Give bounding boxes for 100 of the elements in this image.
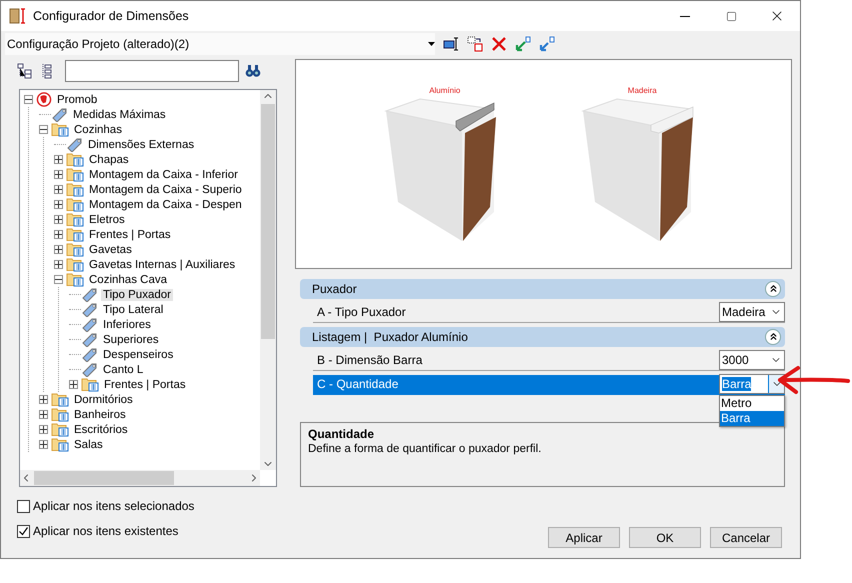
plus-icon: [55, 186, 62, 193]
plus-icon: [55, 171, 62, 178]
expand-toggle[interactable]: [39, 395, 48, 404]
property-dropdown[interactable]: 3000: [719, 350, 785, 370]
property-dropdown[interactable]: Madeira: [719, 302, 785, 322]
dropdown-option[interactable]: Barra: [720, 410, 784, 426]
expand-toggle[interactable]: [54, 260, 63, 269]
expand-toggle[interactable]: [54, 230, 63, 239]
tag-icon: [81, 332, 98, 347]
expand-toggle[interactable]: [39, 425, 48, 434]
tree-item[interactable]: Frentes | Portas: [87, 228, 173, 240]
checkmark-icon: [18, 526, 29, 536]
dialog-button[interactable]: Aplicar: [548, 527, 620, 548]
collapse-toggle[interactable]: [39, 125, 48, 134]
delete-icon[interactable]: [491, 36, 507, 52]
plus-icon: [55, 216, 62, 223]
tree-item[interactable]: Escritórios: [72, 424, 130, 436]
expand-toggle[interactable]: [54, 215, 63, 224]
dialog-button[interactable]: OK: [629, 527, 701, 548]
horizontal-scrollbar[interactable]: [20, 470, 260, 486]
plus-icon: [40, 411, 47, 418]
plus-icon: [55, 156, 62, 163]
checkbox[interactable]: [17, 500, 30, 512]
expand-toggle[interactable]: [54, 170, 63, 179]
collapse-button[interactable]: [765, 280, 781, 297]
tree-item[interactable]: Gavetas Internas | Auxiliares: [87, 258, 238, 270]
tree-item[interactable]: Banheiros: [72, 408, 128, 420]
tree-item[interactable]: Montagem da Caixa - Inferior: [87, 168, 240, 180]
collapse-toggle[interactable]: [54, 275, 63, 284]
tree-item[interactable]: Tipo Lateral: [101, 304, 166, 316]
minus-icon: [25, 96, 32, 103]
tree-item[interactable]: Montagem da Caixa - Despen: [87, 198, 244, 210]
expand-toggle[interactable]: [54, 185, 63, 194]
folder-icon: [66, 167, 84, 182]
tree-search-field[interactable]: [65, 60, 239, 82]
tree-item[interactable]: Medidas Máximas: [71, 108, 168, 120]
vertical-scrollbar[interactable]: [260, 90, 276, 470]
tree-item[interactable]: Frentes | Portas: [102, 378, 188, 390]
minus-icon: [55, 276, 62, 283]
tree-item[interactable]: Eletros: [87, 214, 127, 226]
tag-icon: [81, 287, 98, 302]
expand-toggle[interactable]: [54, 200, 63, 209]
expand-toggle[interactable]: [54, 245, 63, 254]
plus-icon: [55, 231, 62, 238]
tree-item[interactable]: Dormitórios: [72, 394, 135, 406]
import-icon[interactable]: [515, 36, 531, 52]
group-title: Puxador: [312, 282, 357, 296]
tag-icon: [81, 362, 98, 377]
dropdown-option[interactable]: Metro: [720, 396, 784, 411]
folder-icon: [81, 377, 99, 392]
folder-icon: [66, 197, 84, 212]
property-row[interactable]: B - Dimensão Barra 3000: [313, 350, 785, 371]
configuration-dropdown[interactable]: Configuração Projeto (alterado)(2): [5, 33, 435, 55]
folder-icon: [51, 422, 69, 437]
dialog-button[interactable]: Cancelar: [710, 527, 782, 548]
collapse-button[interactable]: [765, 328, 781, 345]
export-icon[interactable]: [539, 36, 555, 52]
folder-icon: [66, 152, 84, 167]
plus-icon: [70, 381, 77, 388]
folder-icon: [66, 212, 84, 227]
tree-item[interactable]: Cozinhas: [72, 124, 124, 136]
tree-item[interactable]: Inferiores: [101, 318, 153, 330]
tree-item[interactable]: Chapas: [87, 154, 131, 166]
tree-item[interactable]: Cozinhas Cava: [87, 274, 169, 286]
tree-item[interactable]: Canto L: [101, 364, 146, 376]
expand-toggle[interactable]: [54, 155, 63, 164]
expand-toggle[interactable]: [69, 380, 78, 389]
plus-icon: [40, 441, 47, 448]
tree-item[interactable]: Tipo Puxador: [101, 288, 173, 300]
tree-item[interactable]: Salas: [72, 438, 105, 450]
property-dropdown[interactable]: Barra: [719, 374, 785, 394]
tree-item[interactable]: Montagem da Caixa - Superio: [87, 184, 244, 196]
checkbox-label: Aplicar nos itens existentes: [33, 524, 178, 538]
expand-toggle[interactable]: [39, 410, 48, 419]
double-chevron-up-icon: [768, 331, 778, 342]
tree-item[interactable]: Gavetas: [87, 244, 134, 256]
description-text: Define a forma de quantificar o puxador perfil.: [308, 442, 542, 455]
plus-icon: [40, 396, 47, 403]
rename-icon[interactable]: [443, 36, 459, 52]
property-label: C - Quantidade: [316, 377, 398, 392]
property-row[interactable]: A - Tipo Puxador Madeira: [313, 302, 785, 323]
folder-icon: [66, 272, 84, 287]
plus-icon: [55, 261, 62, 268]
tree-item[interactable]: Despenseiros: [101, 348, 176, 360]
folder-icon: [51, 437, 69, 452]
folder-icon: [66, 257, 84, 272]
logo-icon: [36, 92, 52, 107]
tree-item[interactable]: Superiores: [101, 334, 161, 346]
collapse-all-icon[interactable]: [17, 63, 33, 79]
plus-icon: [55, 201, 62, 208]
collapse-toggle[interactable]: [24, 95, 33, 104]
checkbox[interactable]: [17, 524, 30, 538]
copy-icon[interactable]: [467, 36, 483, 52]
tree-item[interactable]: Dimensões Externas: [86, 138, 196, 150]
tag-icon: [81, 347, 98, 362]
folder-icon: [51, 407, 69, 422]
tree-item[interactable]: Promob: [55, 94, 100, 106]
search-icon[interactable]: [245, 63, 261, 79]
expand-toggle[interactable]: [39, 440, 48, 449]
dropdown-caret-icon: [428, 42, 435, 46]
